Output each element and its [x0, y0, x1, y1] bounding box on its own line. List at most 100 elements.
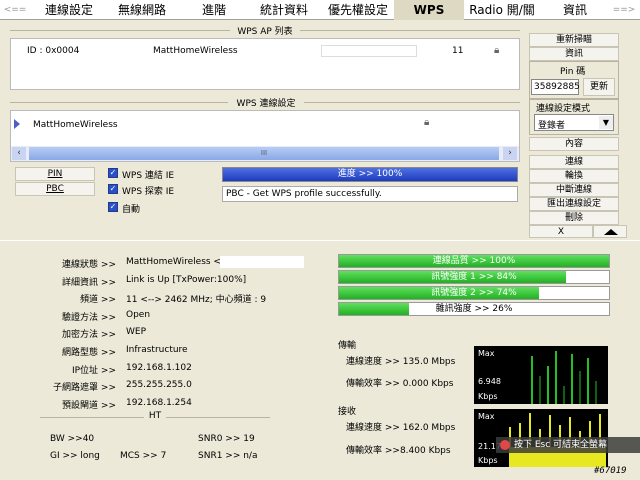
lock-icon: 🔒︎ [494, 45, 500, 56]
scrollbar-thumb[interactable]: III [29, 147, 499, 160]
scroll-right-icon[interactable]: › [503, 147, 517, 160]
auto-checkbox[interactable]: ✓ [108, 202, 118, 212]
tab-statistics[interactable]: 統計資料 [248, 0, 320, 20]
status-label: IP位址 >> [71, 365, 116, 376]
notification-icon [500, 440, 510, 450]
wps-status-text: PBC - Get WPS profile successfully. [222, 186, 518, 202]
receive-throughput: 傳輸效率 >>8.400 Kbps [346, 446, 451, 456]
close-button[interactable]: X [529, 225, 593, 238]
connect-button[interactable]: 連線 [529, 155, 619, 169]
lock-icon: 🔒︎ [424, 117, 430, 128]
status-label: 詳細資訊 >> [62, 277, 116, 288]
horizontal-scrollbar[interactable]: ‹ III › [11, 146, 519, 161]
wps-probe-ie-label: WPS 探索 IE [122, 187, 175, 197]
link-quality-bar: 連線品質 >> 100% [338, 254, 610, 268]
transmit-graph: Max 6.948 Kbps [474, 346, 608, 404]
tab-wireless-network[interactable]: 無線網路 [106, 0, 178, 20]
chevron-down-icon[interactable]: ▼ [599, 116, 613, 129]
config-mode-group: 連線設定模式 登錄者 ▼ [529, 99, 619, 135]
status-value: Infrastructure [126, 345, 188, 355]
ht-gi: GI >> long [50, 451, 100, 461]
pin-button[interactable]: PIN [15, 167, 95, 181]
status-label: 加密方法 >> [62, 330, 116, 341]
wps-associate-ie-checkbox[interactable]: ✓ [108, 168, 118, 178]
pin-group: Pin 碼 35892885 更新 [529, 61, 619, 99]
divider [0, 240, 640, 241]
status-label: 預設閘道 >> [62, 400, 116, 411]
signal-strength-1-bar: 訊號強度 1 >> 84% [338, 270, 610, 284]
watermark: #67019 [594, 466, 627, 476]
tab-scroll-left[interactable]: <== [0, 0, 30, 20]
wps-config-list[interactable]: MattHomeWireless 🔒︎ ‹ III › [10, 110, 520, 162]
transmit-title: 傳輸 [338, 341, 357, 351]
status-value: MattHomeWireless <--> [126, 257, 236, 267]
status-label: 網路型態 >> [62, 348, 116, 358]
ht-snr1: SNR1 >> n/a [198, 451, 258, 461]
play-arrow-icon [14, 119, 20, 129]
config-mode-select[interactable]: 登錄者 ▼ [534, 114, 614, 131]
collapse-button[interactable] [593, 225, 627, 238]
ap-id: ID : 0x0004 [27, 46, 80, 56]
scroll-left-icon[interactable]: ‹ [12, 147, 26, 160]
triangle-up-icon [604, 229, 618, 235]
fullscreen-hint-text: 按下 Esc 可結束全螢幕 [514, 440, 608, 450]
status-label: 連線狀態 >> [62, 260, 116, 270]
ht-snr0: SNR0 >> 19 [198, 434, 255, 444]
wps-progress-text: 進度 >> 100% [337, 169, 403, 179]
transmit-graph-lines [531, 351, 597, 404]
wps-ap-list[interactable]: ID : 0x0004 MattHomeWireless 11 🔒︎ [10, 38, 520, 90]
ht-mcs: MCS >> 7 [120, 451, 167, 461]
config-mode-value: 登錄者 [538, 121, 566, 131]
config-ssid: MattHomeWireless [33, 120, 118, 130]
tab-bar: <== 連線設定 無線網路 進階 統計資料 優先權設定 WPS Radio 開/… [0, 0, 640, 20]
ap-list-title: WPS AP 列表 [230, 24, 300, 37]
renew-pin-button[interactable]: 更新 [583, 78, 615, 96]
wps-config-title: WPS 連線設定 [228, 96, 304, 109]
signal-strength-2-text: 訊號強度 2 >> 74% [431, 288, 517, 298]
status-value: Open [126, 309, 151, 320]
wps-progress-bar: 進度 >> 100% [222, 167, 518, 182]
status-label: 子網路遮罩 >> [53, 383, 116, 394]
signal-strength-2-bar: 訊號強度 2 >> 74% [338, 286, 610, 300]
status-value: 192.168.1.254 [126, 397, 192, 408]
pin-label: Pin 碼 [560, 67, 586, 77]
fullscreen-hint-overlay: 按下 Esc 可結束全螢幕 [496, 437, 640, 453]
status-label: 驗證方法 >> [62, 312, 116, 323]
connection-target-field [220, 256, 304, 268]
detail-button[interactable]: 內容 [529, 137, 619, 151]
tab-qos[interactable]: 優先權設定 [320, 0, 396, 20]
rescan-button[interactable]: 重新掃瞄 [529, 33, 619, 47]
tab-wps[interactable]: WPS [394, 0, 464, 20]
status-value: 11 <--> 2462 MHz; 中心頻道 : 9 [126, 295, 267, 306]
status-value: Link is Up [TxPower:100%] [126, 274, 247, 285]
receive-speed: 連線速度 >> 162.0 Mbps [346, 423, 456, 433]
tab-radio-onoff[interactable]: Radio 開/關 [464, 0, 540, 20]
tab-connection-settings[interactable]: 連線設定 [32, 0, 106, 20]
tab-advanced[interactable]: 進階 [180, 0, 248, 20]
delete-button[interactable]: 刪除 [529, 211, 619, 225]
link-quality-text: 連線品質 >> 100% [432, 256, 516, 266]
status-value: WEP [126, 327, 147, 338]
noise-strength-bar: 雜訊強度 >> 26% [338, 302, 610, 316]
pbc-button[interactable]: PBC [15, 182, 95, 196]
receive-title: 接收 [338, 407, 357, 417]
noise-strength-text: 雜訊強度 >> 26% [435, 304, 513, 314]
wps-probe-ie-checkbox[interactable]: ✓ [108, 184, 118, 194]
info-button[interactable]: 資訊 [529, 47, 619, 61]
status-value: 192.168.1.102 [126, 362, 192, 373]
ap-channel: 11 [452, 46, 464, 56]
pin-code-field[interactable]: 35892885 [531, 79, 580, 95]
ap-ssid: MattHomeWireless [153, 46, 238, 56]
rotate-button[interactable]: 輪換 [529, 169, 619, 183]
ap-list-row[interactable]: ID : 0x0004 MattHomeWireless 11 🔒︎ [11, 44, 519, 58]
ap-blank-field [321, 45, 417, 57]
tab-scroll-right[interactable]: ==> [608, 0, 640, 20]
tab-about[interactable]: 資訊 [540, 0, 610, 20]
transmit-speed: 連線速度 >> 135.0 Mbps [346, 357, 456, 367]
ht-bw: BW >>40 [50, 434, 95, 444]
ht-title: HT [144, 411, 166, 421]
transmit-throughput: 傳輸效率 >> 0.000 Kbps [346, 379, 454, 389]
disconnect-button[interactable]: 中斷連線 [529, 183, 619, 197]
auto-label: 自動 [122, 205, 141, 215]
export-profile-button[interactable]: 匯出連線設定 [529, 197, 619, 211]
